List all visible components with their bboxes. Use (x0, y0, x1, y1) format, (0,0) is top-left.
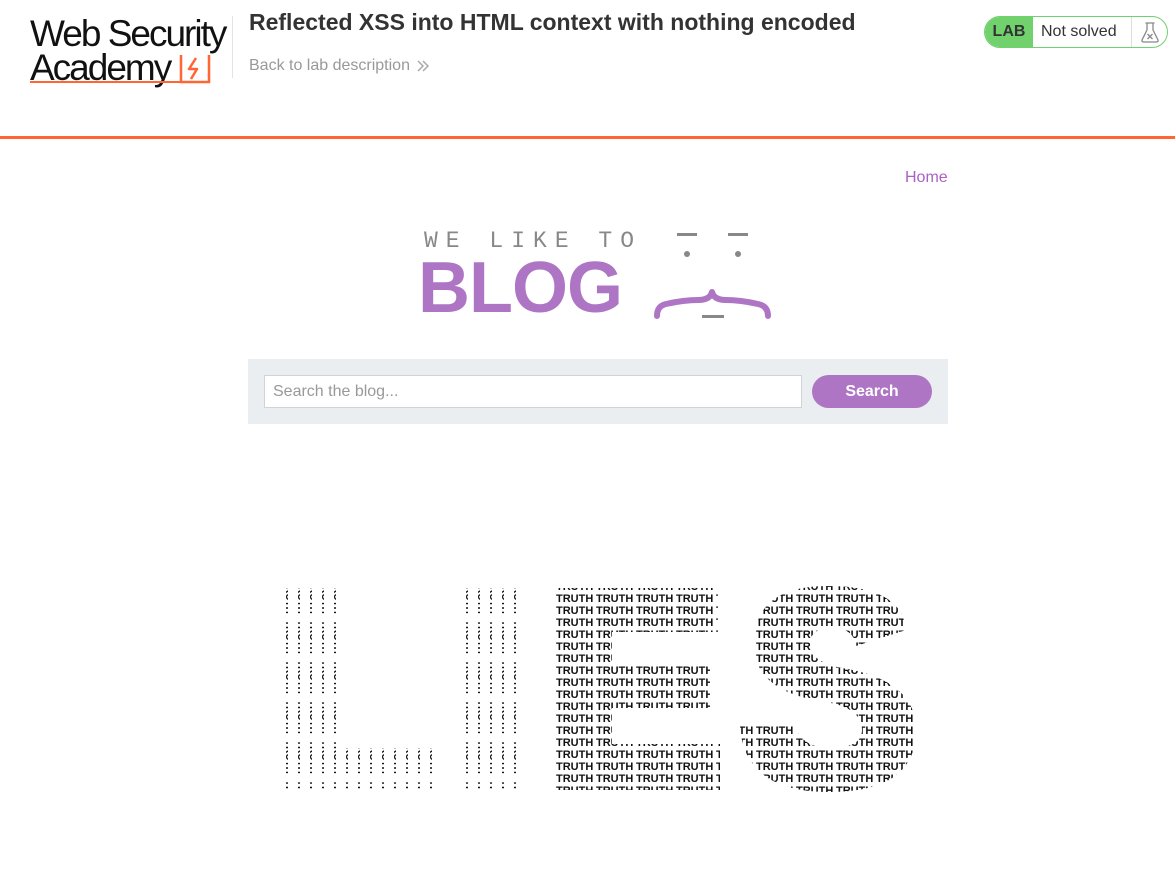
flask-icon (1131, 17, 1167, 47)
lab-status-text: Not solved (1041, 23, 1117, 40)
header-divider (232, 16, 233, 78)
lies-truth-post-image[interactable]: TRUTH TRUTH (276, 580, 920, 798)
double-chevron-right-icon (417, 60, 430, 72)
lab-title: Reflected XSS into HTML context with not… (249, 9, 856, 35)
web-security-academy-logo[interactable]: Web Security Academy (30, 13, 235, 93)
blog-search-panel: Search (248, 359, 948, 424)
lab-status-tag: LAB (985, 17, 1033, 47)
search-button[interactable]: Search (812, 375, 932, 408)
academy-header: Web Security Academy Reflected XSS into … (0, 0, 1175, 139)
nav-home-link[interactable]: Home (905, 169, 948, 187)
curly-brace-face-icon (654, 233, 771, 319)
back-to-lab-description-link[interactable]: Back to lab description (249, 57, 430, 75)
blog-search-input[interactable] (264, 375, 802, 408)
back-link-label: Back to lab description (249, 57, 410, 74)
lab-status-widget: LAB Not solved (984, 16, 1168, 48)
logo-underline-icon (30, 81, 210, 83)
academy-bolt-icon (179, 55, 211, 84)
banner-title: BLOG (418, 248, 623, 328)
blog-banner: WE LIKE TO BLOG (418, 228, 778, 324)
